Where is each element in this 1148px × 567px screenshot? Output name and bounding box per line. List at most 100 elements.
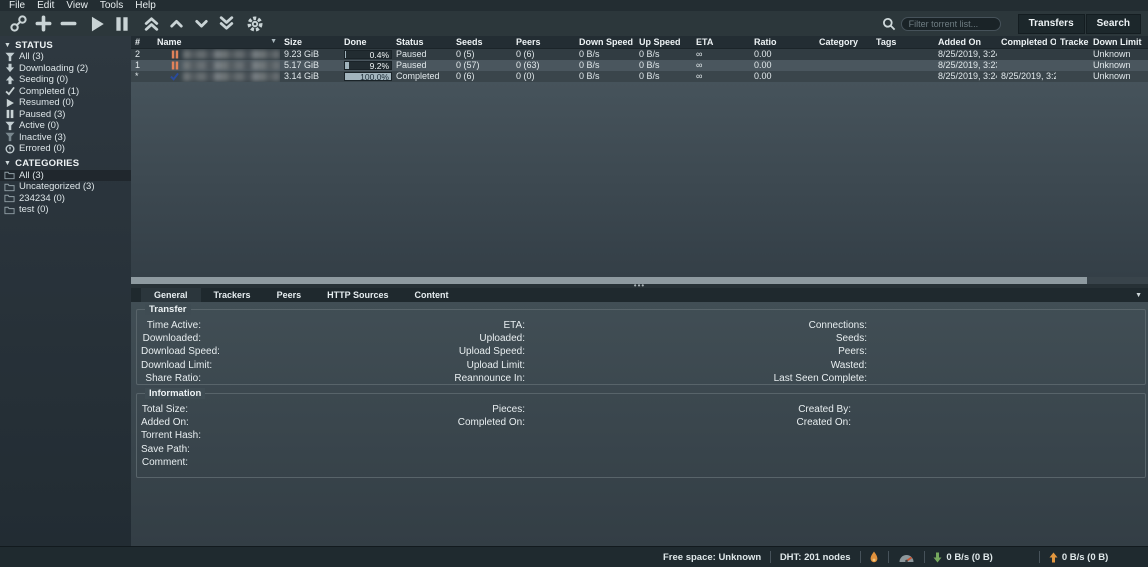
sidebar-item-completed[interactable]: Completed (1)	[0, 86, 131, 98]
dht-nodes-status: DHT: 201 nodes	[780, 552, 851, 563]
sidebar-item-label: Errored (0)	[19, 143, 65, 154]
speed-limits-icon[interactable]	[898, 552, 915, 563]
menu-help[interactable]: Help	[129, 0, 162, 11]
main-panel: # Name ▼ Size Done Status Seeds Peers Do…	[131, 36, 1148, 546]
pause-icon[interactable]	[111, 14, 133, 34]
status-section-header[interactable]: ▼ STATUS	[0, 39, 131, 51]
categories-section-header[interactable]: ▼ CATEGORIES	[0, 158, 131, 170]
download-speed-status: 0 B/s (0 B)	[933, 552, 992, 563]
col-header-size[interactable]: Size	[280, 36, 340, 48]
menu-file[interactable]: File	[3, 0, 31, 11]
torrent-list-empty-area	[131, 82, 1148, 277]
sidebar-item-seeding[interactable]: Seeding (0)	[0, 74, 131, 86]
link-icon[interactable]	[7, 14, 29, 34]
sidebar-item-label: All (3)	[19, 170, 44, 181]
resume-icon[interactable]	[86, 14, 108, 34]
connection-status-icon[interactable]	[869, 551, 879, 564]
cell-tracker	[1056, 71, 1089, 82]
cell-up-speed: 0 B/s	[635, 71, 692, 82]
col-header-down-speed[interactable]: Down Speed	[575, 36, 635, 48]
active-icon	[4, 120, 15, 131]
torrent-row[interactable]: 2 9.23 GiB 0.4% Paused 0 (5) 0 (6) 0 B/s…	[131, 49, 1148, 60]
tab-http-sources[interactable]: HTTP Sources	[314, 288, 401, 302]
cell-tags	[872, 49, 934, 60]
scrollbar-thumb[interactable]	[131, 277, 1087, 284]
cell-added-on: 8/25/2019, 3:24...	[934, 71, 997, 82]
menu-view[interactable]: View	[60, 0, 94, 11]
cell-down-speed: 0 B/s	[575, 60, 635, 71]
decrease-priority-icon[interactable]	[190, 14, 212, 34]
label-save-path: Save Path:	[141, 443, 188, 456]
cell-down-limit: Unknown	[1089, 49, 1148, 60]
bottom-priority-icon[interactable]	[215, 14, 237, 34]
folder-icon	[4, 204, 15, 215]
sidebar-item-errored[interactable]: Errored (0)	[0, 143, 131, 155]
label-uploaded: Uploaded:	[267, 332, 525, 345]
increase-priority-icon[interactable]	[165, 14, 187, 34]
col-header-seeds[interactable]: Seeds	[452, 36, 512, 48]
col-header-status[interactable]: Status	[392, 36, 452, 48]
sidebar-category-uncategorized[interactable]: Uncategorized (3)	[0, 181, 131, 193]
col-header-completed-on[interactable]: Completed On	[997, 36, 1056, 48]
sidebar-item-all[interactable]: All (3)	[0, 51, 131, 63]
tab-transfers[interactable]: Transfers	[1018, 14, 1085, 34]
tab-trackers[interactable]: Trackers	[201, 288, 264, 302]
col-header-up-speed[interactable]: Up Speed	[635, 36, 692, 48]
sidebar-category-234234[interactable]: 234234 (0)	[0, 193, 131, 205]
col-header-num[interactable]: #	[131, 36, 153, 48]
divider	[924, 551, 925, 563]
sort-descending-icon: ▼	[270, 36, 277, 48]
search-icon	[882, 17, 896, 31]
tab-general[interactable]: General	[141, 288, 201, 302]
sidebar-category-all[interactable]: All (3)	[0, 170, 131, 182]
label-added-on: Added On:	[141, 416, 188, 429]
sidebar-item-active[interactable]: Active (0)	[0, 120, 131, 132]
menu-tools[interactable]: Tools	[94, 0, 129, 11]
sidebar-category-test[interactable]: test (0)	[0, 204, 131, 216]
sidebar-item-resumed[interactable]: Resumed (0)	[0, 97, 131, 109]
sidebar-item-inactive[interactable]: Inactive (3)	[0, 132, 131, 144]
redacted-torrent-name	[183, 50, 280, 59]
torrent-filter-input[interactable]	[901, 17, 1001, 31]
top-priority-icon[interactable]	[140, 14, 162, 34]
cell-up-speed: 0 B/s	[635, 49, 692, 60]
cell-eta: ∞	[692, 49, 750, 60]
col-header-down-limit[interactable]: Down Limit	[1089, 36, 1148, 48]
label-created-on: Created On:	[567, 416, 851, 429]
upload-speed-status: 0 B/s (0 B)	[1049, 552, 1108, 563]
chevron-down-icon[interactable]: ▼	[1135, 292, 1142, 299]
add-torrent-icon[interactable]	[32, 14, 54, 34]
col-header-ratio[interactable]: Ratio	[750, 36, 815, 48]
col-header-tags[interactable]: Tags	[872, 36, 934, 48]
menu-edit[interactable]: Edit	[31, 0, 60, 11]
label-downloaded: Downloaded:	[141, 332, 201, 345]
divider	[1039, 551, 1040, 563]
tab-peers[interactable]: Peers	[264, 288, 315, 302]
col-header-done[interactable]: Done	[340, 36, 392, 48]
col-header-name-label: Name	[157, 36, 182, 48]
cell-completed-on	[997, 49, 1056, 60]
tab-content[interactable]: Content	[401, 288, 461, 302]
cell-category	[815, 49, 872, 60]
sidebar-item-downloading[interactable]: Downloading (2)	[0, 63, 131, 75]
folder-icon	[4, 181, 15, 192]
cell-added-on: 8/25/2019, 3:24...	[934, 49, 997, 60]
col-header-eta[interactable]: ETA	[692, 36, 750, 48]
delete-icon[interactable]	[57, 14, 79, 34]
torrent-row-selected[interactable]: 1 5.17 GiB 9.2% Paused 0 (57) 0 (63) 0 B…	[131, 60, 1148, 71]
torrent-row[interactable]: * 3.14 GiB 100.0% Completed 0 (6) 0 (0) …	[131, 71, 1148, 82]
sidebar-item-label: Uncategorized (3)	[19, 181, 95, 192]
col-header-peers[interactable]: Peers	[512, 36, 575, 48]
cell-down-speed: 0 B/s	[575, 49, 635, 60]
cell-num: 1	[131, 60, 153, 71]
col-header-tracker[interactable]: Tracker	[1056, 36, 1089, 48]
tab-search[interactable]: Search	[1086, 14, 1141, 34]
col-header-category[interactable]: Category	[815, 36, 872, 48]
cell-status: Completed	[392, 71, 452, 82]
cell-done: 0.4%	[340, 49, 392, 60]
col-header-name[interactable]: Name ▼	[153, 36, 280, 48]
sidebar-item-paused[interactable]: Paused (3)	[0, 109, 131, 121]
options-gear-icon[interactable]	[244, 14, 266, 34]
cell-ratio: 0.00	[750, 60, 815, 71]
col-header-added-on[interactable]: Added On	[934, 36, 997, 48]
